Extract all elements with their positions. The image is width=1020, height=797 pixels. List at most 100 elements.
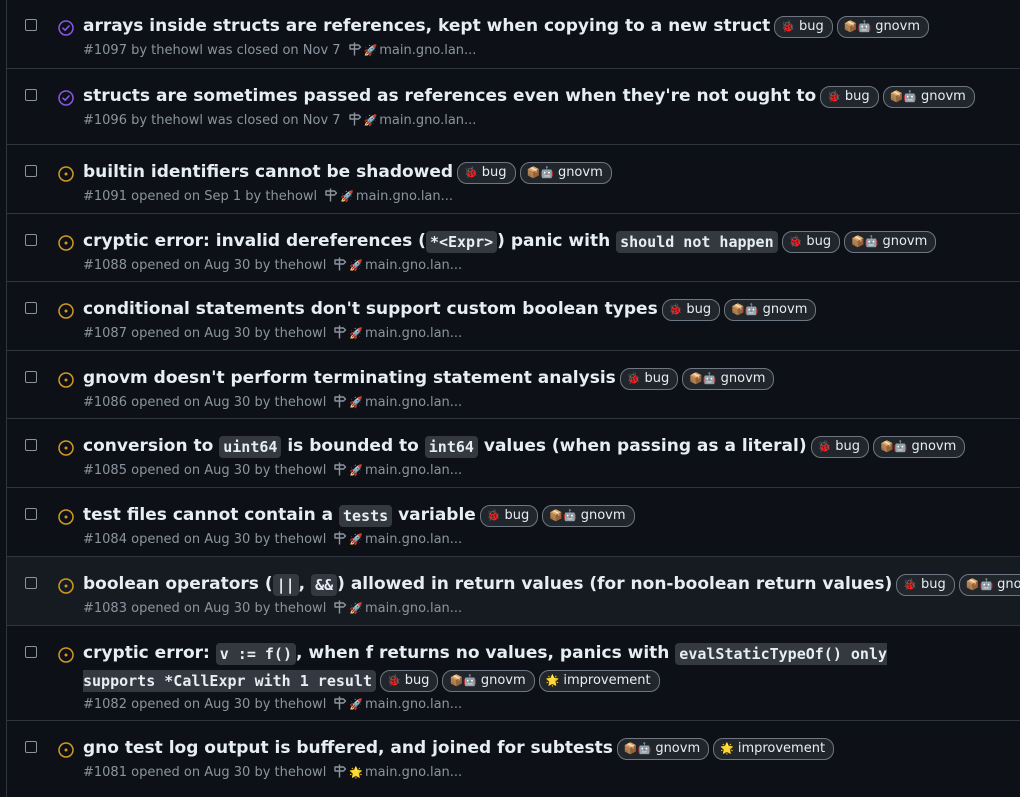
milestone-link[interactable]: 🚀 main.gno.lan... (347, 111, 477, 130)
issue-title[interactable]: arrays inside structs are references, ke… (83, 13, 931, 41)
inline-code: || (272, 573, 299, 596)
select-checkbox[interactable] (25, 741, 37, 753)
bug-emoji-icon: 🐞 (827, 89, 841, 103)
milestone-link[interactable]: 🚀 main.gno.lan... (323, 187, 453, 206)
issue-title[interactable]: gno test log output is buffered, and joi… (83, 735, 931, 763)
milestone-name: main.gno.lan... (365, 326, 463, 341)
label-bug[interactable]: 🐞 bug (457, 161, 516, 184)
issue-row[interactable]: structs are sometimes passed as referenc… (7, 68, 1020, 144)
issue-row[interactable]: gnovm doesn't perform terminating statem… (7, 350, 1020, 418)
issue-list: arrays inside structs are references, ke… (6, 0, 1020, 797)
milestone-link[interactable]: 🚀 main.gno.lan... (347, 41, 476, 60)
gnovm-emoji-icon: 📦🤖 (843, 19, 872, 33)
milestone-link[interactable]: 🚀 main.gno.lan... (332, 324, 462, 343)
bug-emoji-icon: 🐞 (626, 371, 641, 385)
select-checkbox[interactable] (25, 302, 37, 314)
milestone-link[interactable]: 🌟 main.gno.lan... (332, 763, 462, 782)
milestone-link[interactable]: 🚀 main.gno.lan... (332, 530, 462, 549)
issue-meta-text: #1091 opened on Sep 1 by thehowl (83, 189, 318, 204)
label-gnovm[interactable]: 📦🤖gnovm (844, 230, 937, 253)
issue-row[interactable]: conversion to uint64 is bounded to int64… (7, 418, 1020, 487)
title-text: arrays inside structs are references, ke… (83, 16, 771, 36)
title-text: builtin identifiers cannot be shadowed (83, 162, 454, 182)
issue-title[interactable]: cryptic error: v := f(), when f returns … (83, 640, 931, 695)
issue-title[interactable]: boolean operators (||, &&) allowed in re… (83, 571, 1020, 599)
label-improvement[interactable]: 🌟 improvement (713, 737, 835, 760)
issue-meta-text: #1084 opened on Aug 30 by thehowl (83, 532, 327, 547)
inline-code: uint64 (219, 435, 282, 458)
issue-meta-text: #1097 by thehowl was closed on Nov 7 (83, 43, 341, 58)
milestone-link[interactable]: 🚀 main.gno.lan... (332, 695, 462, 714)
label-name: gnovm (997, 576, 1020, 592)
issue-meta-text: #1088 opened on Aug 30 by thehowl (83, 258, 327, 273)
milestone-name: main.gno.lan... (379, 113, 477, 128)
label-bug[interactable]: 🐞 bug (379, 669, 439, 692)
issue-title[interactable]: conditional statements don't support cus… (83, 296, 931, 324)
label-gnovm[interactable]: 📦🤖gnovm (958, 573, 1020, 596)
select-checkbox[interactable] (25, 646, 37, 658)
label-bug[interactable]: 🐞 bug (774, 15, 833, 38)
issue-row[interactable]: builtin identifiers cannot be shadowed 🐞 b… (7, 144, 1020, 213)
issue-title[interactable]: builtin identifiers cannot be shadowed 🐞 b… (83, 159, 931, 187)
select-checkbox[interactable] (25, 508, 37, 520)
select-checkbox[interactable] (25, 371, 37, 383)
label-gnovm[interactable]: 📦🤖gnovm (836, 15, 929, 38)
label-bug[interactable]: 🐞 bug (820, 85, 879, 108)
label-improvement[interactable]: 🌟 improvement (538, 669, 660, 692)
label-bug[interactable]: 🐞 bug (619, 367, 679, 390)
gnovm-emoji-icon: 📦🤖 (880, 439, 908, 453)
milestone-emoji-icon: 🚀 (349, 327, 364, 340)
label-bug[interactable]: 🐞 bug (781, 230, 841, 253)
label-gnovm[interactable]: 📦🤖gnovm (519, 161, 612, 184)
issue-title[interactable]: structs are sometimes passed as referenc… (83, 83, 975, 111)
label-bug[interactable]: 🐞 bug (896, 573, 955, 596)
milestone-icon (323, 188, 339, 204)
milestone-link[interactable]: 🚀 main.gno.lan... (332, 393, 462, 412)
issue-row[interactable]: test files cannot contain a tests variab… (7, 487, 1020, 556)
inline-code: tests (339, 504, 393, 527)
select-checkbox[interactable] (25, 89, 37, 101)
gnovm-emoji-icon: 📦🤖 (526, 165, 554, 179)
milestone-link[interactable]: 🚀 main.gno.lan... (332, 256, 462, 275)
issue-row[interactable]: gno test log output is buffered, and joi… (7, 720, 1020, 797)
inline-code: int64 (424, 435, 478, 458)
select-checkbox[interactable] (25, 165, 37, 177)
milestone-name: main.gno.lan... (365, 765, 463, 780)
milestone-link[interactable]: 🚀 main.gno.lan... (332, 461, 462, 480)
issue-row[interactable]: boolean operators (||, &&) allowed in re… (7, 556, 1020, 625)
label-bug[interactable]: 🐞 bug (479, 504, 539, 527)
issue-row[interactable]: cryptic error: invalid dereferences (*<E… (7, 213, 1020, 281)
issue-row[interactable]: conditional statements don't support cus… (7, 281, 1020, 350)
issue-title[interactable]: conversion to uint64 is bounded to int64… (83, 433, 966, 461)
label-gnovm[interactable]: 📦🤖gnovm (882, 85, 975, 108)
issue-row[interactable]: cryptic error: v := f(), when f returns … (7, 625, 1020, 720)
issue-meta: #1097 by thehowl was closed on Nov 7 🚀 mai… (83, 41, 476, 60)
issue-meta: #1084 opened on Aug 30 by thehowl 🚀 main.g… (83, 530, 462, 549)
inline-code: *<Expr> (425, 230, 498, 253)
label-name: improvement (737, 740, 826, 756)
label-gnovm[interactable]: 📦🤖gnovm (542, 504, 635, 527)
milestone-link[interactable]: 🚀 main.gno.lan... (332, 599, 462, 618)
label-name: bug (686, 301, 712, 317)
issue-title[interactable]: test files cannot contain a tests variab… (83, 502, 931, 530)
select-checkbox[interactable] (25, 19, 37, 31)
issue-meta-text: #1083 opened on Aug 30 by thehowl (83, 601, 327, 616)
label-name: bug (806, 233, 832, 249)
label-gnovm[interactable]: 📦🤖gnovm (616, 737, 710, 760)
label-gnovm[interactable]: 📦🤖gnovm (873, 435, 966, 458)
label-bug[interactable]: 🐞 bug (810, 435, 870, 458)
open-issue-icon (58, 509, 74, 525)
label-gnovm[interactable]: 📦🤖gnovm (442, 669, 535, 692)
open-issue-icon (58, 578, 74, 594)
label-gnovm[interactable]: 📦🤖gnovm (724, 298, 817, 321)
select-checkbox[interactable] (25, 234, 37, 246)
milestone-emoji-icon: 🚀 (340, 190, 354, 203)
select-checkbox[interactable] (25, 577, 37, 589)
issue-title[interactable]: cryptic error: invalid dereferences (*<E… (83, 228, 937, 256)
bug-emoji-icon: 🐞 (788, 234, 803, 248)
label-gnovm[interactable]: 📦🤖gnovm (682, 367, 775, 390)
select-checkbox[interactable] (25, 439, 37, 451)
issue-row[interactable]: arrays inside structs are references, ke… (7, 0, 1020, 68)
label-bug[interactable]: 🐞 bug (661, 298, 721, 321)
issue-title[interactable]: gnovm doesn't perform terminating statem… (83, 365, 931, 393)
